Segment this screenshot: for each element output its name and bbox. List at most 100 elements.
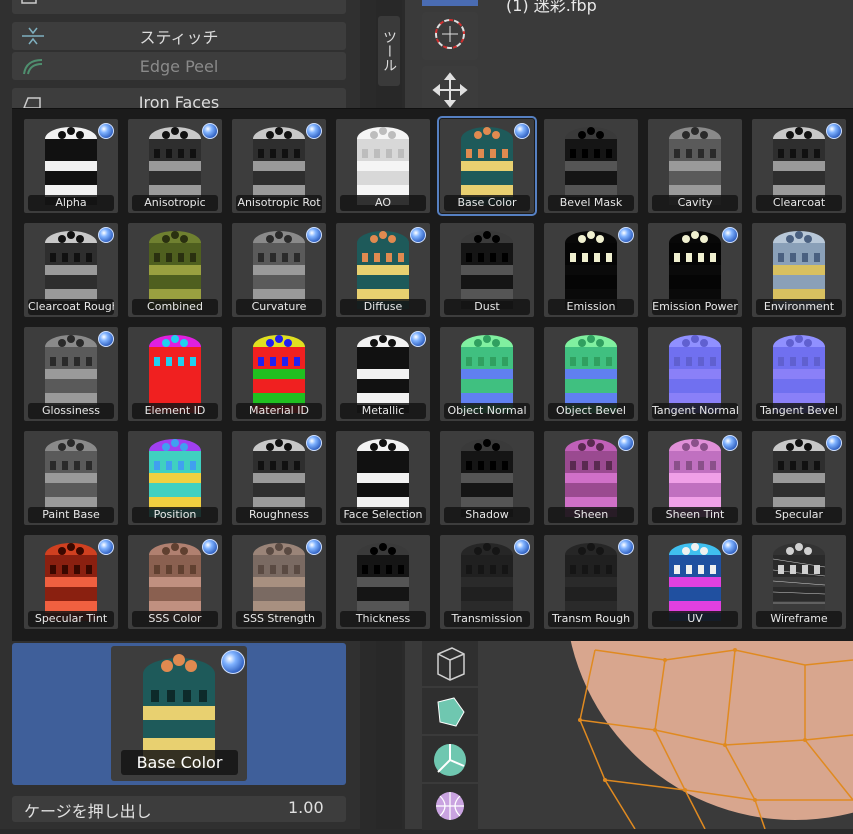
tool-button-partial[interactable]: [12, 0, 346, 14]
channel-tile[interactable]: Dust: [440, 223, 534, 317]
bake-badge-icon: [306, 123, 322, 139]
channel-tile[interactable]: Bevel Mask: [544, 119, 638, 213]
channel-label: Anisotropic Rot: [236, 195, 322, 211]
move-tool-button[interactable]: [422, 66, 478, 114]
cursor-tool-button[interactable]: [422, 12, 478, 60]
sphere-tool-button[interactable]: [422, 784, 478, 830]
channel-tile[interactable]: Specular: [752, 431, 846, 525]
channel-tile[interactable]: Shadow: [440, 431, 534, 525]
channel-tile[interactable]: Tangent Normal: [648, 327, 742, 421]
channel-tile[interactable]: Specular Tint: [24, 535, 118, 629]
bake-badge-icon: [618, 539, 634, 555]
channel-tile[interactable]: Element ID: [128, 327, 222, 421]
bake-badge-icon: [514, 539, 530, 555]
channel-label: Metallic: [340, 403, 426, 419]
channel-tile[interactable]: Environment: [752, 223, 846, 317]
bake-badge-icon: [221, 650, 245, 674]
tool-button-edge-peel[interactable]: Edge Peel: [12, 52, 346, 80]
channel-tile[interactable]: Curvature: [232, 223, 326, 317]
viewport-title: (1) 迷彩.fbp: [506, 0, 597, 15]
bake-badge-icon: [98, 227, 114, 243]
bake-badge-icon: [202, 539, 218, 555]
channel-tile[interactable]: Glossiness: [24, 327, 118, 421]
channel-label: SSS Strength: [236, 611, 322, 627]
channel-tile[interactable]: Combined: [128, 223, 222, 317]
move-icon: [432, 72, 468, 108]
bake-badge-icon: [98, 539, 114, 555]
channel-tile[interactable]: Emission Power: [648, 223, 742, 317]
bake-badge-icon: [98, 123, 114, 139]
channel-label: Emission Power: [652, 299, 738, 315]
channel-label: Anisotropic: [132, 195, 218, 211]
channel-label: Diffuse: [340, 299, 426, 315]
face-tool-button[interactable]: [422, 688, 478, 734]
channel-label: Combined: [132, 299, 218, 315]
channel-tile[interactable]: Base Color: [437, 116, 537, 216]
cage-extrude-value[interactable]: 1.00: [288, 798, 324, 817]
channel-tile[interactable]: Transmission: [440, 535, 534, 629]
channel-label: Element ID: [132, 403, 218, 419]
channel-tile[interactable]: Cavity: [648, 119, 742, 213]
cursor-icon: [435, 19, 465, 49]
channel-label: Alpha: [28, 195, 114, 211]
bake-badge-icon: [722, 539, 738, 555]
polygon-icon: [437, 697, 465, 727]
channel-label: UV: [652, 611, 738, 627]
channel-label: Cavity: [652, 195, 738, 211]
channel-tile[interactable]: Thickness: [336, 535, 430, 629]
pie-tool-button[interactable]: [422, 736, 478, 782]
channel-tile[interactable]: Sheen Tint: [648, 431, 742, 525]
sphere-icon: [436, 792, 464, 820]
cube-tool-button[interactable]: [422, 640, 478, 686]
channel-tile[interactable]: Emission: [544, 223, 638, 317]
channel-label: Face Selection: [340, 507, 426, 523]
bake-badge-icon: [306, 227, 322, 243]
channel-tile[interactable]: Material ID: [232, 327, 326, 421]
channel-tile[interactable]: Wireframe: [752, 535, 846, 629]
channel-tile[interactable]: Alpha: [24, 119, 118, 213]
channel-label: Specular: [756, 507, 842, 523]
channel-tile[interactable]: Roughness: [232, 431, 326, 525]
channel-tile[interactable]: SSS Color: [128, 535, 222, 629]
channel-tile[interactable]: Anisotropic: [128, 119, 222, 213]
channel-label: Clearcoat: [756, 195, 842, 211]
channel-tile[interactable]: Anisotropic Rot: [232, 119, 326, 213]
channel-label: Sheen Tint: [652, 507, 738, 523]
bake-channel-picker: Alpha Anisotropic Anisotropic Rot AO Base Co…: [12, 108, 853, 641]
channel-tile[interactable]: UV: [648, 535, 742, 629]
bake-badge-icon: [618, 227, 634, 243]
channel-tile[interactable]: Clearcoat Rough: [24, 223, 118, 317]
channel-tile[interactable]: Paint Base: [24, 431, 118, 525]
channel-tile[interactable]: Diffuse: [336, 223, 430, 317]
channel-label: Clearcoat Rough: [28, 299, 114, 315]
tab-tools[interactable]: ツール: [378, 16, 400, 86]
channel-tile[interactable]: SSS Strength: [232, 535, 326, 629]
channel-label: Transmission: [444, 611, 530, 627]
channel-tile[interactable]: Metallic: [336, 327, 430, 421]
channel-tile[interactable]: AO: [336, 119, 430, 213]
cube-icon: [437, 647, 465, 681]
channel-tile[interactable]: Clearcoat: [752, 119, 846, 213]
cage-extrude-label: ケージを押し出し: [24, 802, 152, 821]
channel-label: Emission: [548, 299, 634, 315]
channel-tile[interactable]: Object Bevel: [544, 327, 638, 421]
channel-tile[interactable]: Tangent Bevel: [752, 327, 846, 421]
tool-button-stitch[interactable]: スティッチ: [12, 22, 346, 50]
channel-label: Roughness: [236, 507, 322, 523]
channel-tile[interactable]: Sheen: [544, 431, 638, 525]
tool-icon: [20, 0, 46, 10]
channel-tile[interactable]: Transm Rough: [544, 535, 638, 629]
bake-badge-icon: [722, 435, 738, 451]
channel-label: Glossiness: [28, 403, 114, 419]
tool-label: Edge Peel: [139, 56, 219, 76]
channel-label: Wireframe: [756, 611, 842, 627]
channel-label: Sheen: [548, 507, 634, 523]
channel-label: Transm Rough: [548, 611, 634, 627]
channel-tile[interactable]: Position: [128, 431, 222, 525]
bake-badge-icon: [618, 435, 634, 451]
channel-label: Bevel Mask: [548, 195, 634, 211]
channel-label: Tangent Bevel: [756, 403, 842, 419]
channel-label: Shadow: [444, 507, 530, 523]
channel-tile[interactable]: Object Normal: [440, 327, 534, 421]
channel-tile[interactable]: Face Selection: [336, 431, 430, 525]
